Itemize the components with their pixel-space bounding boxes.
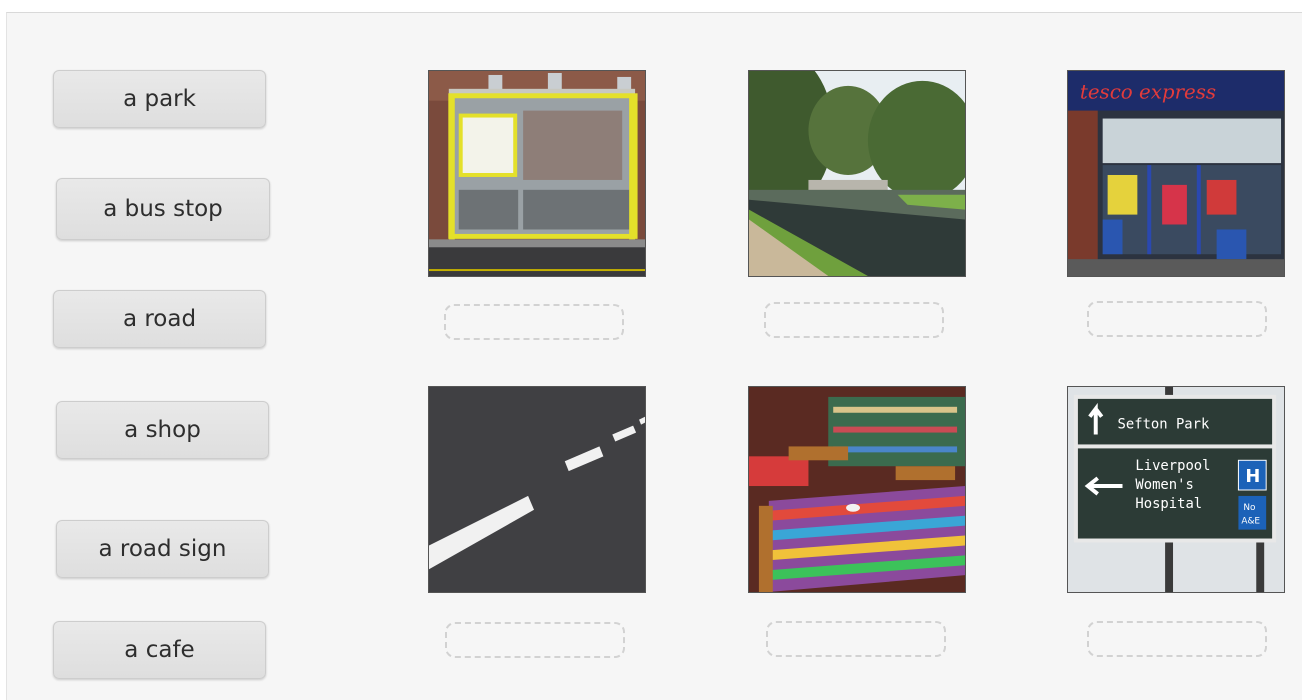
sign-text-hospital: Hospital [1135,496,1202,512]
drop-zone-1[interactable] [444,304,624,340]
photo-bus-stop [428,70,646,277]
sign-text-liverpool: Liverpool [1135,458,1210,474]
sign-badge-h: H [1245,466,1260,487]
word-chip-bus-stop[interactable]: a bus stop [56,178,270,240]
shop-sign-text: tesco express [1080,81,1216,104]
word-label: a shop [124,417,201,443]
word-label: a road sign [98,536,227,562]
sign-badge-ae: A&E [1241,517,1260,527]
sign-text-sefton: Sefton Park [1118,417,1210,433]
drop-zone-6[interactable] [1087,621,1267,657]
sign-badge-no: No [1243,503,1255,513]
word-chip-road[interactable]: a road [53,290,266,348]
photo-road [428,386,646,593]
word-label: a cafe [124,637,195,663]
word-chip-park[interactable]: a park [53,70,266,128]
word-chip-road-sign[interactable]: a road sign [56,520,269,578]
sign-text-womens: Women's [1135,477,1193,493]
drop-zone-3[interactable] [1087,301,1267,337]
drop-zone-5[interactable] [766,621,946,657]
photo-park [748,70,966,277]
photo-shop: tesco express [1067,70,1285,277]
photo-cafe [748,386,966,593]
word-chip-shop[interactable]: a shop [56,401,269,459]
word-label: a road [122,306,197,332]
drop-zone-2[interactable] [764,302,944,338]
word-chip-cafe[interactable]: a cafe [53,621,266,679]
word-label: a park [123,86,196,112]
drop-zone-4[interactable] [445,622,625,658]
photo-road-sign: Sefton Park Liverpool Women's Hospital H… [1067,386,1285,593]
word-label: a bus stop [103,196,223,222]
